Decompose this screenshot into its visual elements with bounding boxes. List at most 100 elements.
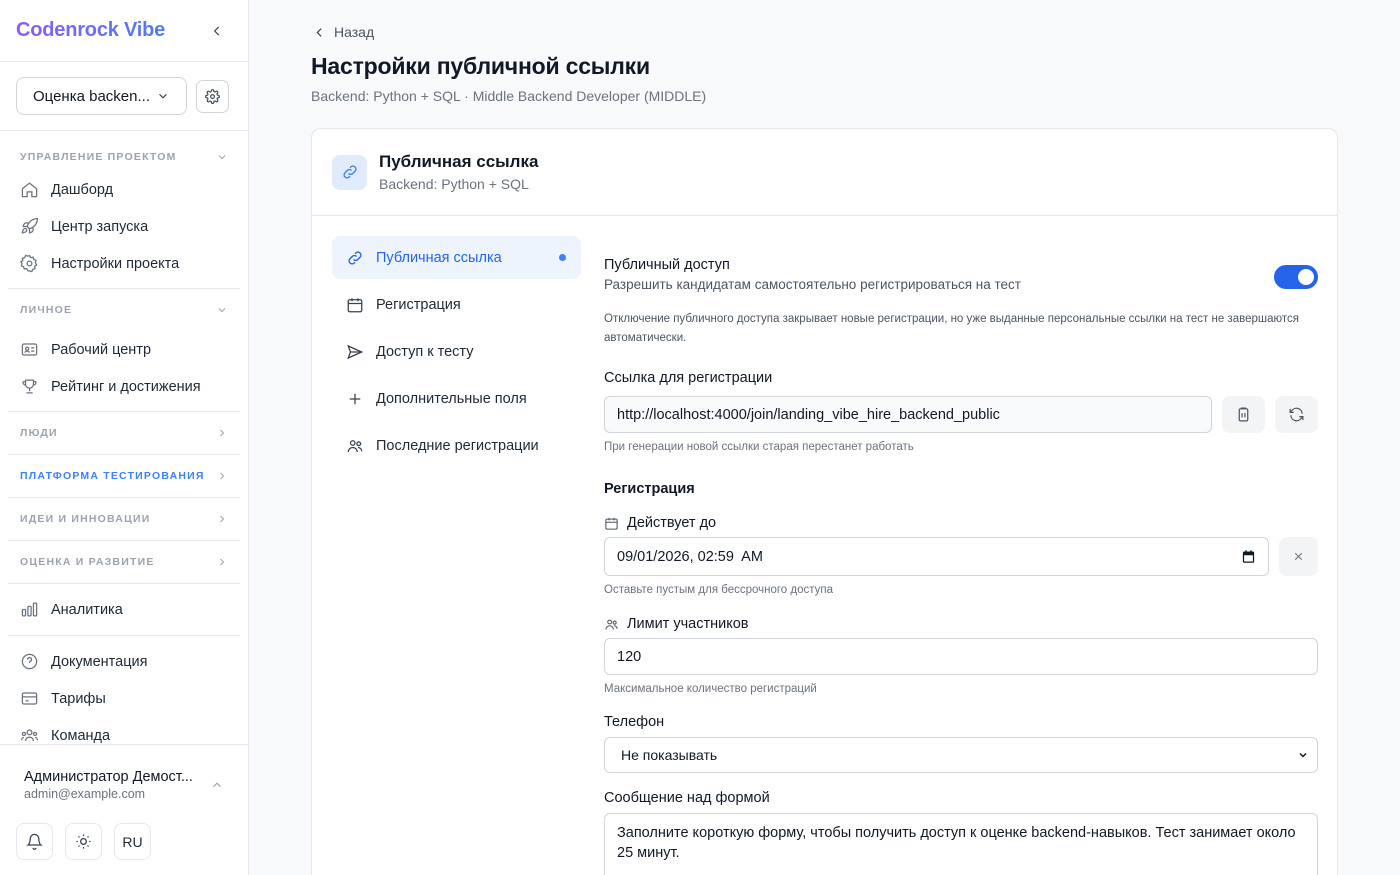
section-title: Люди (20, 427, 58, 439)
user-email: admin@example.com (24, 787, 146, 801)
sidebar-item-project-settings[interactable]: Настройки проекта (8, 245, 240, 282)
sidebar-item-rating[interactable]: Рейтинг и достижения (8, 368, 240, 405)
sidebar-item-workspace[interactable]: Рабочий центр (8, 331, 240, 368)
team-icon (20, 729, 39, 742)
page-subtitle: Backend: Python + SQL · Middle Backend D… (311, 88, 707, 104)
chevron-right-icon (220, 429, 225, 437)
user-actions: RU (0, 801, 248, 860)
settings-tabs: Публичная ссылка Регистрация Доступ к те… (332, 236, 581, 471)
back-label: Назад (334, 24, 375, 40)
active-dot (559, 254, 566, 261)
help-circle-icon (21, 653, 38, 670)
section-header-project[interactable]: Управление проектом (8, 131, 240, 171)
settings-card: Публичная ссылка Backend: Python + SQL П… (311, 128, 1338, 875)
refresh-icon (1289, 407, 1304, 422)
public-access-row: Публичный доступ Разрешить кандидатам са… (604, 257, 1318, 292)
tab-recent-registrations[interactable]: Последние регистрации (332, 424, 581, 467)
notifications-button[interactable] (16, 823, 53, 860)
valid-until-input[interactable]: 09/01/2026, 02:59 AM (604, 537, 1269, 576)
sidebar-item-launch-center[interactable]: Центр запуска (8, 208, 240, 245)
clipboard-icon (1238, 407, 1249, 422)
sidebar-item-tariffs[interactable]: Тарифы (8, 680, 240, 717)
chevron-down-icon (218, 308, 226, 313)
sidebar-item-label: Аналитика (51, 601, 123, 618)
sidebar-item-label: Рабочий центр (51, 341, 152, 358)
clear-date-button[interactable] (1279, 537, 1318, 576)
chevron-right-icon (220, 515, 225, 523)
tab-test-access[interactable]: Доступ к тесту (332, 330, 581, 373)
chevron-up-icon (213, 782, 221, 788)
public-access-note: Отключение публичного доступа закрывает … (604, 313, 1299, 344)
section-analytics: Аналитика (8, 584, 240, 636)
sidebar-item-analytics[interactable]: Аналитика (8, 591, 240, 628)
gear-icon (205, 88, 220, 104)
chevron-down-icon (218, 155, 226, 160)
tab-label: Публичная ссылка (376, 249, 502, 266)
sidebar-item-label: Настройки проекта (51, 255, 180, 272)
sidebar-item-dashboard[interactable]: Дашборд (8, 171, 240, 208)
section-title: Управление проектом (20, 151, 177, 163)
id-card-icon (21, 343, 38, 356)
registration-heading: Регистрация (604, 481, 695, 497)
tab-extra-fields[interactable]: Дополнительные поля (332, 377, 581, 420)
section-title: Личное (20, 304, 73, 316)
phone-select-value: Не показывать (621, 747, 718, 763)
settings-form: Публичный доступ Разрешить кандидатам са… (604, 257, 1318, 875)
registration-link-hint: При генерации новой ссылки старая перест… (604, 441, 914, 453)
tab-label: Доступ к тесту (376, 343, 474, 360)
gear-icon (20, 254, 38, 273)
sun-icon (76, 834, 91, 849)
phone-select[interactable]: Не показывать (604, 737, 1318, 773)
phone-label: Телефон (604, 714, 665, 730)
card-header: Публичная ссылка Backend: Python + SQL (312, 129, 1337, 216)
limit-label-row: Лимит участников (604, 616, 1318, 632)
sidebar-item-label: Документация (51, 653, 148, 670)
project-settings-button[interactable] (196, 79, 229, 113)
chevron-right-icon (220, 558, 225, 566)
registration-link-input[interactable]: http://localhost:4000/join/landing_vibe_… (604, 396, 1212, 433)
trophy-icon (22, 379, 37, 394)
sidebar-item-docs[interactable]: Документация (8, 643, 240, 680)
calendar-icon (605, 517, 618, 530)
sidebar-item-label: Команда (51, 727, 111, 744)
project-select[interactable]: Оценка backen... (16, 77, 187, 115)
user-menu[interactable]: Администратор Демост... admin@example.co… (0, 745, 248, 801)
copy-link-button[interactable] (1222, 396, 1265, 433)
page-title: Настройки публичной ссылки (311, 53, 650, 79)
limit-input[interactable]: 120 (604, 638, 1318, 675)
chevron-right-icon (220, 472, 225, 480)
home-icon (21, 182, 38, 198)
public-access-label: Публичный доступ (604, 257, 730, 273)
section-header-personal[interactable]: Личное (8, 289, 240, 331)
message-textarea[interactable]: Заполните короткую форму, чтобы получить… (604, 813, 1318, 875)
section-header-people[interactable]: Люди (8, 412, 240, 454)
regenerate-link-button[interactable] (1275, 396, 1318, 433)
credit-card-icon (21, 692, 38, 705)
back-link[interactable]: Назад (313, 24, 374, 40)
calendar-picker-icon[interactable] (1241, 549, 1256, 564)
chevron-down-icon (159, 93, 167, 99)
brand-logo[interactable]: Codenrock Vibe (16, 19, 165, 42)
sidebar: Codenrock Vibe Оценка backen... Управлен… (0, 0, 249, 875)
section-title: Оценка и развитие (20, 556, 155, 568)
tab-public-link[interactable]: Публичная ссылка (332, 236, 581, 279)
bell-icon (26, 833, 43, 850)
section-header-ideas[interactable]: Идеи и инновации (8, 498, 240, 540)
valid-until-value: 09/01/2026, 02:59 AM (617, 548, 763, 565)
public-access-toggle[interactable] (1274, 265, 1318, 289)
registration-link-label: Ссылка для регистрации (604, 370, 773, 386)
language-button[interactable]: RU (114, 823, 151, 860)
close-icon (1294, 552, 1303, 561)
tab-registration[interactable]: Регистрация (332, 283, 581, 326)
user-block: Администратор Демост... admin@example.co… (0, 744, 248, 875)
calendar-icon (347, 297, 363, 312)
valid-until-hint: Оставьте пустым для бессрочного доступа (604, 584, 834, 596)
theme-toggle-button[interactable] (65, 823, 102, 860)
tab-label: Регистрация (376, 296, 461, 313)
send-icon (347, 344, 364, 359)
section-header-testing[interactable]: Платформа тестирования (8, 455, 240, 497)
collapse-sidebar-button[interactable] (208, 22, 226, 40)
registration-link-row: http://localhost:4000/join/landing_vibe_… (604, 396, 1318, 433)
limit-hint: Максимальное количество регистраций (604, 683, 817, 695)
section-header-assessment[interactable]: Оценка и развитие (8, 541, 240, 583)
